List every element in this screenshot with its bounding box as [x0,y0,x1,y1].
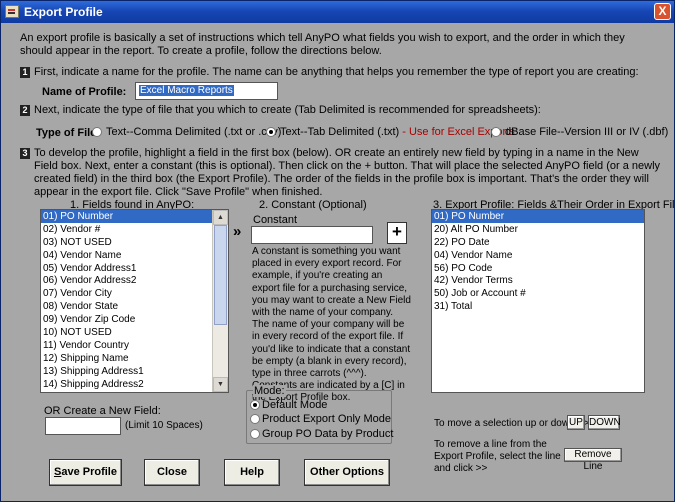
save-profile-label-rest: ave Profile [61,466,117,478]
scroll-down-icon[interactable]: ▼ [213,377,228,392]
radio-group-po-data[interactable] [250,429,260,439]
radio-dbase-label: dBase File--Version III or IV (.dbf) [505,126,669,138]
radio-default-mode-label: Default Mode [262,399,328,411]
fields-item[interactable]: 02) Vendor # [41,223,228,236]
profile-name-input[interactable]: Excel Macro Reports [135,82,278,100]
profile-name-value: Excel Macro Reports [139,85,234,96]
save-profile-button[interactable]: Save Profile [49,459,122,486]
scroll-up-icon[interactable]: ▲ [213,210,228,225]
new-field-hint: (Limit 10 Spaces) [125,420,203,431]
fields-item[interactable]: 01) PO Number [41,210,228,223]
fields-item[interactable]: 07) Vendor City [41,287,228,300]
fields-item[interactable]: 08) Vendor State [41,300,228,313]
profile-item[interactable]: 20) Alt PO Number [432,223,644,236]
profile-item[interactable]: 56) PO Code [432,262,644,275]
profile-item[interactable]: 42) Vendor Terms [432,274,644,287]
fields-item[interactable]: 04) Vendor Name [41,249,228,262]
radio-tab-delimited-label: Text--Tab Delimited (.txt) - Use for Exc… [280,126,515,138]
constant-header: 2. Constant (Optional) [259,199,367,211]
profile-item[interactable]: 04) Vendor Name [432,249,644,262]
constant-help-text: A constant is something you want placed … [252,246,411,404]
fields-item[interactable]: 13) Shipping Address1 [41,365,228,378]
constant-label: Constant [253,214,298,226]
add-field-button[interactable]: + [387,222,407,244]
move-down-button[interactable]: DOWN [588,415,621,430]
fields-item[interactable]: 12) Shipping Name [41,352,228,365]
step2-number: 2 [20,105,30,116]
arrow-right-icon: » [233,223,242,240]
step1-number: 1 [20,67,30,78]
fields-scrollbar[interactable]: ▲ ▼ [212,210,228,392]
profile-item[interactable]: 22) PO Date [432,236,644,249]
profile-item[interactable]: 31) Total [432,300,644,313]
step3-text: To develop the profile, highlight a fiel… [34,147,661,198]
close-window-button[interactable]: X [654,3,671,20]
move-up-button[interactable]: UP [567,415,585,430]
fields-item[interactable]: 06) Vendor Address2 [41,274,228,287]
profile-item[interactable]: 01) PO Number [432,210,644,223]
radio-product-export-mode-label: Product Export Only Mode [262,413,392,425]
export-profile-window: Export Profile X An export profile is ba… [0,0,675,502]
fields-items: 01) PO Number 02) Vendor #03) NOT USED 04)… [41,210,228,390]
radio-tab-delimited-text: Text--Tab Delimited (.txt) [280,126,400,138]
step2-text: Next, indicate the type of file that you… [34,104,541,116]
fields-item[interactable]: 11) Vendor Country [41,339,228,352]
mode-label: Mode: [253,385,286,397]
intro-text: An export profile is basically a set of … [20,32,625,57]
fields-item[interactable]: 14) Shipping Address2 [41,378,228,391]
radio-product-export-mode[interactable] [250,414,260,424]
profile-name-label: Name of Profile: [42,86,127,98]
export-profile-list[interactable]: 01) PO Number 20) Alt PO Number 22) PO Dat… [431,209,645,393]
fields-item[interactable]: 03) NOT USED [41,236,228,249]
window-title: Export Profile [24,5,103,19]
radio-comma-delimited[interactable] [92,127,102,137]
profile-item[interactable]: 50) Job or Account # [432,287,644,300]
radio-group-po-data-label: Group PO Data by Product [262,428,394,440]
radio-comma-delimited-label: Text--Comma Delimited (.txt or .csv) [106,126,282,138]
profile-items: 01) PO Number 20) Alt PO Number 22) PO Dat… [432,210,644,313]
close-button[interactable]: Close [144,459,200,486]
radio-default-mode[interactable] [250,400,260,410]
step1-text: First, indicate a name for the profile. … [34,66,639,78]
move-instructions: To move a selection up or down >> [434,418,590,429]
step3-number: 3 [20,148,30,159]
file-type-label: Type of File: [36,127,100,139]
app-icon [5,5,19,18]
title-bar[interactable]: Export Profile X [1,1,674,23]
other-options-button[interactable]: Other Options [304,459,390,486]
remove-instructions: To remove a line from the Export Profile… [434,439,561,474]
remove-line-button[interactable]: Remove Line [564,448,622,472]
radio-tab-delimited[interactable] [266,127,276,137]
fields-item[interactable]: 10) NOT USED [41,326,228,339]
radio-dbase[interactable] [491,127,501,137]
new-field-input[interactable] [45,417,121,435]
constant-input[interactable] [251,226,373,244]
anypo-fields-list[interactable]: 01) PO Number 02) Vendor #03) NOT USED 04)… [40,209,229,393]
help-button[interactable]: Help [224,459,280,486]
new-field-label: OR Create a New Field: [44,405,161,417]
fields-item[interactable]: 05) Vendor Address1 [41,262,228,275]
scroll-thumb[interactable] [214,225,227,325]
fields-item[interactable]: 09) Vendor Zip Code [41,313,228,326]
